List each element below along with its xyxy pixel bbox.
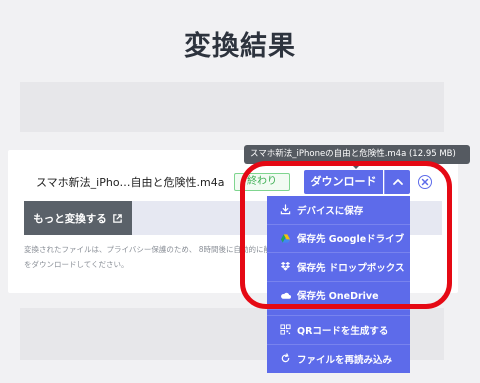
convert-more-label: もっと変換する (33, 212, 107, 225)
download-icon (280, 204, 291, 215)
menu-item-save-to-device[interactable]: デバイスに保存 (267, 196, 410, 225)
convert-more-button[interactable]: もっと変換する (24, 201, 132, 235)
ad-placeholder-top (20, 82, 444, 132)
reload-icon (280, 353, 291, 364)
file-name-tooltip: スマホ新法_iPhoneの自由と危険性.m4a (12.95 MB) (244, 145, 470, 164)
menu-item-generate-qr[interactable]: QRコードを生成する (267, 316, 410, 345)
status-badge: 終わり (234, 173, 290, 191)
onedrive-icon (280, 290, 291, 301)
chevron-up-icon (392, 179, 403, 185)
qr-code-icon (280, 324, 291, 335)
menu-item-save-dropbox[interactable]: 保存先 ドロップボックス (267, 253, 410, 282)
menu-item-label: 保存先 ドロップボックス (297, 262, 405, 274)
close-icon (421, 178, 429, 186)
google-drive-icon (280, 233, 291, 244)
menu-item-label: ファイルを再読み込み (297, 354, 393, 366)
menu-item-save-google-drive[interactable]: 保存先 Googleドライブ (267, 225, 410, 253)
menu-item-reload-file[interactable]: ファイルを再読み込み (267, 345, 410, 374)
page-title: 変換結果 (184, 31, 296, 62)
remove-file-button[interactable] (418, 175, 432, 189)
menu-item-label: QRコードを生成する (297, 325, 389, 337)
file-name: スマホ新法_iPho…自由と危険性.m4a (36, 176, 225, 189)
download-options-toggle[interactable] (384, 170, 410, 194)
menu-item-label: 保存先 OneDrive (297, 291, 379, 303)
tooltip-arrow (351, 164, 361, 169)
dropbox-icon (280, 261, 291, 272)
file-row: スマホ新法_iPho…自由と危険性.m4a 終わり ダウンロード (24, 166, 464, 198)
external-link-icon (112, 213, 122, 223)
menu-item-label: 保存先 Googleドライブ (297, 234, 405, 246)
menu-item-save-onedrive[interactable]: 保存先 OneDrive (267, 282, 410, 310)
download-dropdown-menu: デバイスに保存 保存先 Googleドライブ 保存先 ドロップボックス 保存先 … (267, 196, 410, 373)
menu-item-label: デバイスに保存 (297, 205, 364, 217)
download-button[interactable]: ダウンロード (304, 170, 383, 194)
